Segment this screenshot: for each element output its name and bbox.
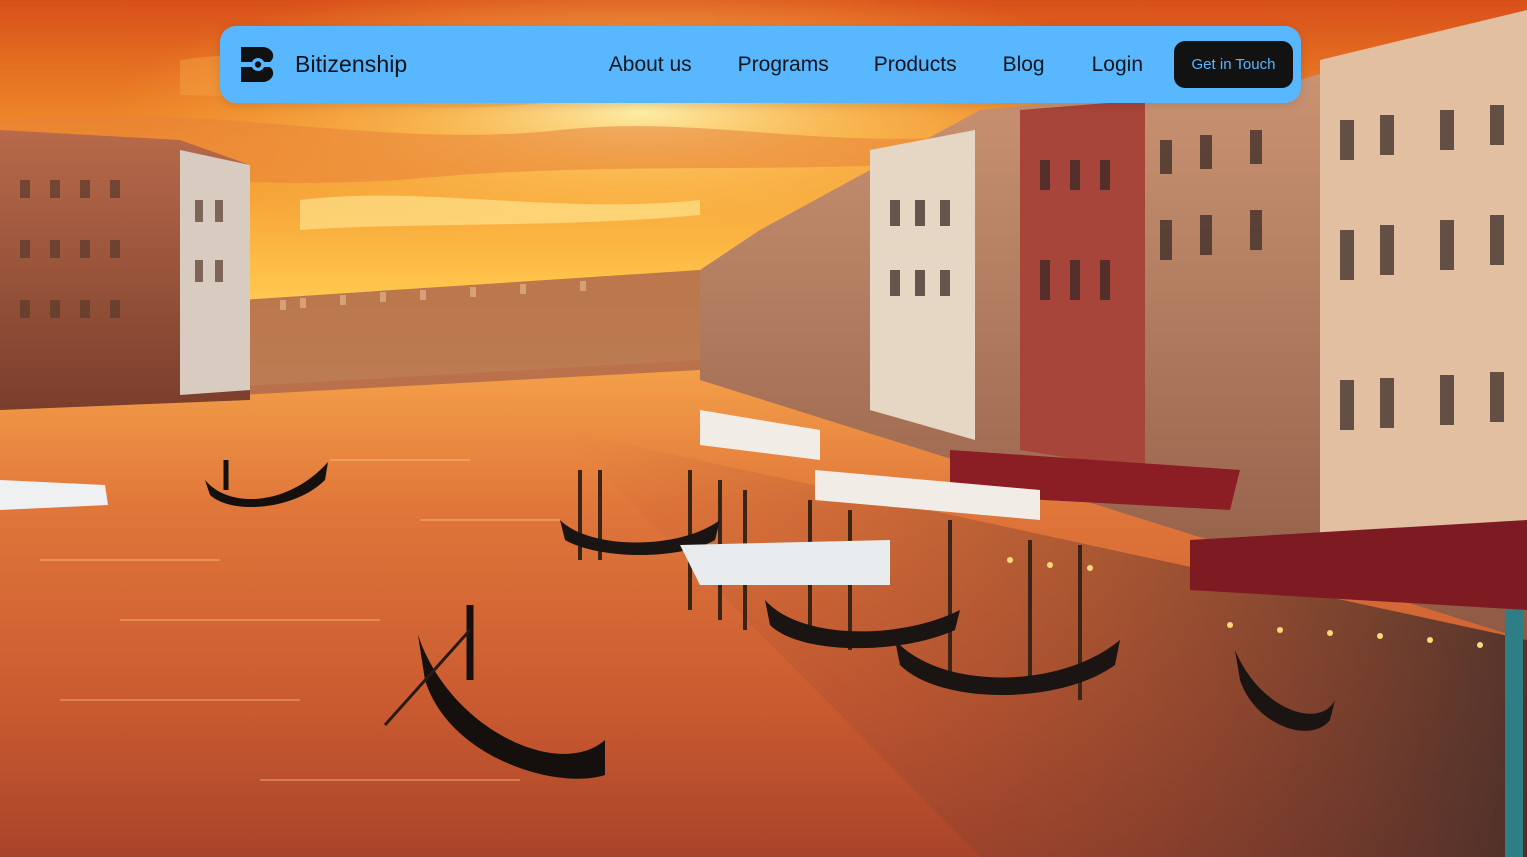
get-in-touch-button[interactable]: Get in Touch — [1174, 41, 1293, 88]
top-navbar: Bitizenship About us Programs Products B… — [220, 26, 1301, 103]
brand-name: Bitizenship — [295, 51, 408, 77]
nav-blog-link[interactable]: Blog — [1003, 53, 1045, 77]
nav-links: About us Programs Products Blog Login Ge… — [609, 26, 1293, 103]
nav-login-link[interactable]: Login — [1092, 53, 1143, 77]
bitizenship-logo-icon — [241, 47, 274, 82]
nav-about-us-link[interactable]: About us — [609, 53, 692, 77]
brand-home-link[interactable]: Bitizenship — [241, 47, 407, 82]
nav-products-link[interactable]: Products — [874, 53, 957, 77]
nav-programs-link[interactable]: Programs — [738, 53, 829, 77]
hero-background-image — [0, 0, 1527, 857]
venice-canal-illustration — [0, 0, 1527, 857]
